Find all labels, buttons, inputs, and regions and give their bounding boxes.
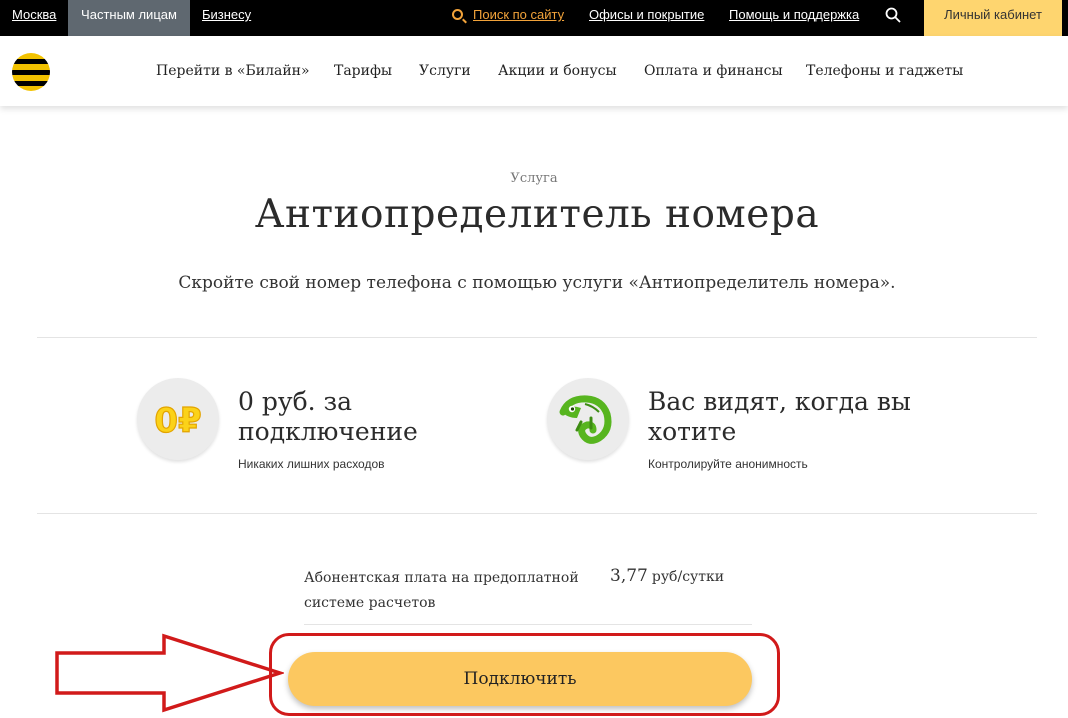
feature-free-connection-subtitle: Никаких лишних расходов <box>238 457 385 471</box>
nav-item-phones[interactable]: Телефоны и гаджеты <box>806 63 963 79</box>
chameleon-icon <box>547 378 629 460</box>
search-icon <box>452 9 463 20</box>
personal-account-button[interactable]: Личный кабинет <box>924 0 1062 36</box>
feature-free-connection-title: 0 руб. за подключение <box>238 387 418 446</box>
help-support-link[interactable]: Помощь и поддержка <box>729 0 859 36</box>
divider <box>304 624 752 625</box>
tab-business[interactable]: Бизнесу <box>202 0 251 36</box>
site-search-link[interactable]: Поиск по сайту <box>452 0 564 36</box>
top-bar: Москва Частным лицам Бизнесу Поиск по са… <box>0 0 1068 36</box>
fee-amount: 3,77 <box>610 566 648 586</box>
nav-item-tariffs[interactable]: Тарифы <box>334 63 392 79</box>
main-nav: Перейти в «Билайн» Тарифы Услуги Акции и… <box>0 36 1068 106</box>
subscription-fee-value: 3,77 руб/сутки <box>610 566 724 586</box>
zero-ruble-icon: 0₽ <box>137 378 219 460</box>
nav-item-promotions[interactable]: Акции и бонусы <box>498 63 617 79</box>
page-subtitle: Скройте свой номер телефона с помощью ус… <box>178 273 896 293</box>
nav-item-go-to-beeline[interactable]: Перейти в «Билайн» <box>156 63 310 79</box>
offices-coverage-link[interactable]: Офисы и покрытие <box>589 0 704 36</box>
subscription-fee-label: Абонентская плата на предоплатной систем… <box>304 570 579 611</box>
service-kicker: Услуга <box>510 171 558 186</box>
zero-ruble-text: 0₽ <box>154 401 201 441</box>
divider <box>37 513 1037 514</box>
divider <box>37 337 1037 338</box>
feature-visibility-title: Вас видят, когда вы хотите <box>648 387 911 446</box>
red-arrow-annotation <box>55 633 284 713</box>
city-link[interactable]: Москва <box>12 0 56 36</box>
nav-item-services[interactable]: Услуги <box>419 63 471 79</box>
site-search-label: Поиск по сайту <box>473 7 565 22</box>
feature-visibility-subtitle: Контролируйте анонимность <box>648 457 808 471</box>
magnifier-icon[interactable] <box>885 7 901 23</box>
red-highlight-frame <box>269 633 780 716</box>
page-title: Антиопределитель номера <box>254 192 820 237</box>
tab-private-customers[interactable]: Частным лицам <box>68 0 190 36</box>
beeline-logo[interactable] <box>12 53 50 91</box>
nav-item-payments[interactable]: Оплата и финансы <box>644 63 783 79</box>
fee-unit: руб/сутки <box>651 569 725 585</box>
